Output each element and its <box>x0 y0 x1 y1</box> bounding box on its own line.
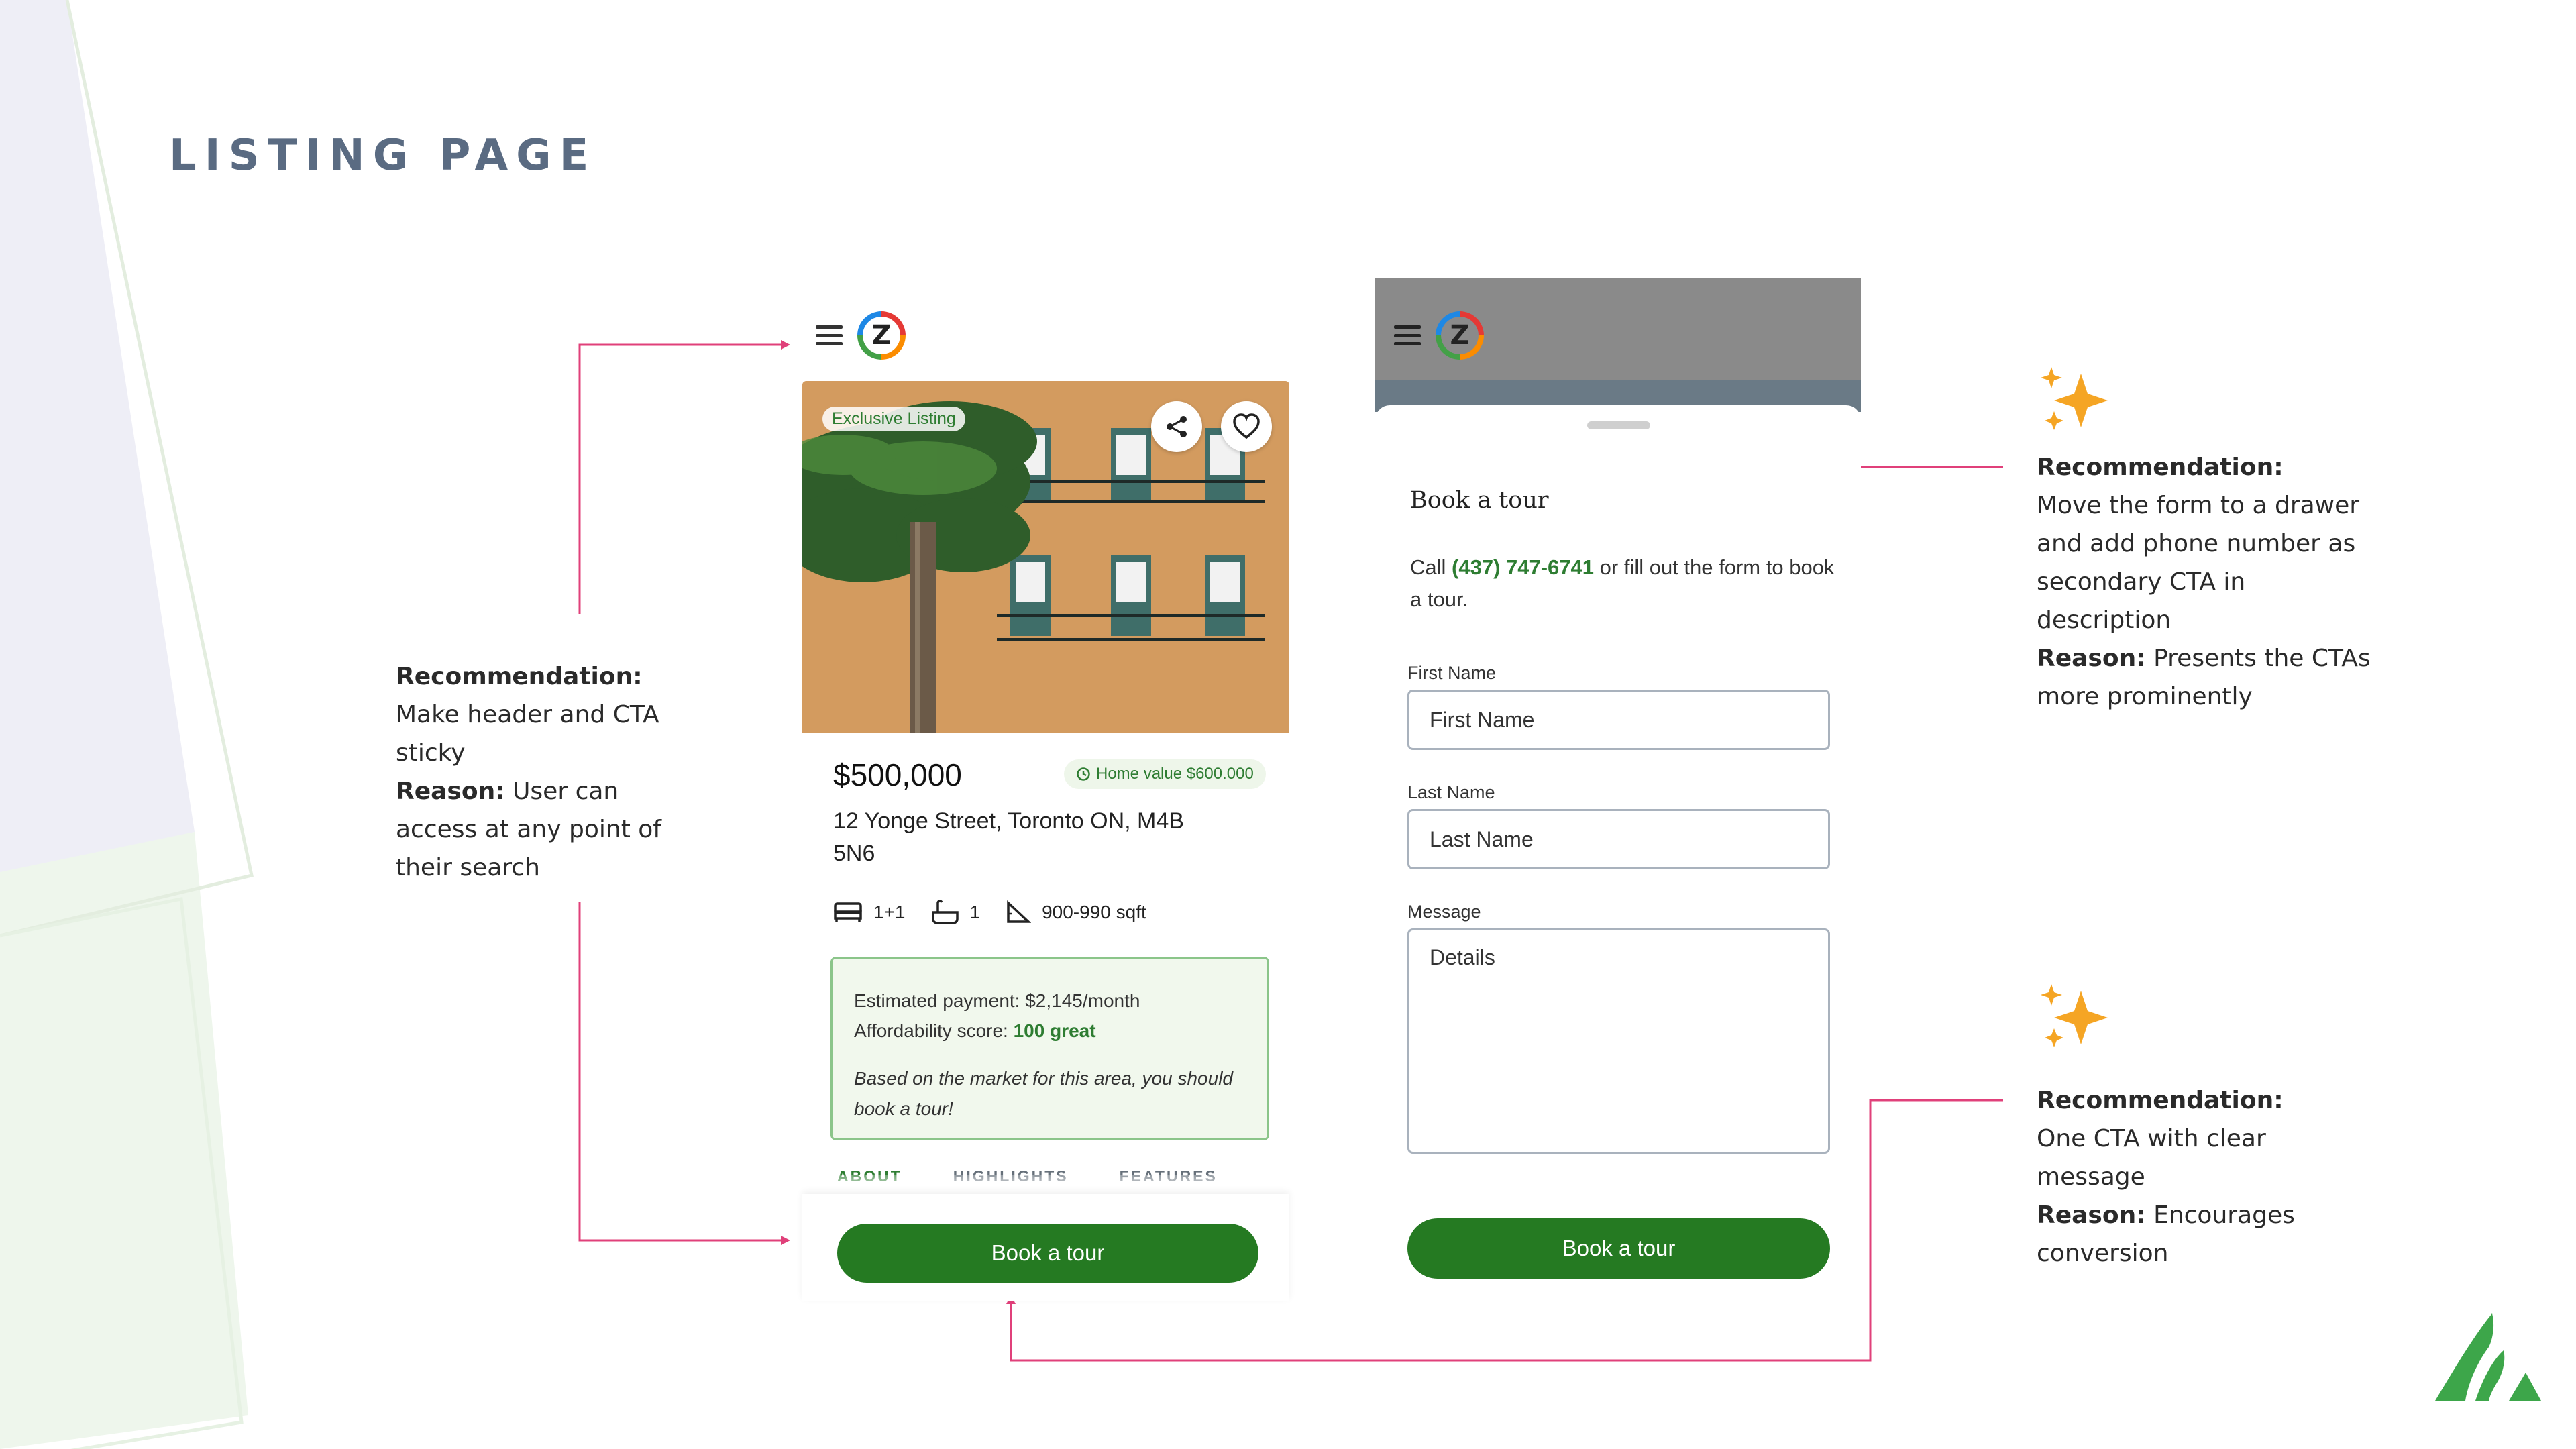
listing-header: Z <box>816 309 906 362</box>
listing-price: $500,000 <box>833 757 962 792</box>
sparkle-icon <box>2041 367 2108 430</box>
exclusive-listing-badge: Exclusive Listing <box>822 407 965 431</box>
message-field[interactable]: Details <box>1407 928 1830 1154</box>
sparkle-icon <box>2041 984 2108 1047</box>
first-name-label: First Name <box>1407 663 1497 683</box>
score-label: Affordability score: <box>854 1020 1008 1041</box>
share-button[interactable] <box>1151 401 1202 452</box>
baths-value: 1 <box>969 902 981 922</box>
listing-header: Z <box>1394 309 1484 362</box>
dimmed-background[interactable]: Z <box>1375 278 1861 412</box>
message-label: Message <box>1407 902 1481 922</box>
listing-address: 12 Yonge Street, Toronto ON, M4B 5N6 <box>833 808 1184 866</box>
note-rec-label: Recommendation: <box>396 663 643 690</box>
note-single-cta: Recommendation: One CTA with clear messa… <box>2037 1081 2332 1273</box>
note-rec-text: Move the form to a drawer and add phone … <box>2037 492 2360 634</box>
bed-icon <box>834 902 862 922</box>
company-logo <box>2435 1313 2541 1401</box>
beds-value: 1+1 <box>873 902 906 922</box>
drawer-title: Book a tour <box>1410 487 1549 514</box>
payment-note: Based on the market for this area, you s… <box>854 1068 1233 1119</box>
score-value: 100 great <box>1013 1020 1096 1041</box>
listing-photo[interactable]: Exclusive Listing <box>802 381 1289 733</box>
payment-estimate-box: Estimated payment: $2,145/month Affordab… <box>830 957 1269 1140</box>
note-rec-label: Recommendation: <box>2037 1087 2284 1114</box>
estimated-payment: Estimated payment: $2,145/month <box>854 990 1140 1011</box>
note-rec-label: Recommendation: <box>2037 453 2284 481</box>
note-reason-label: Reason: <box>2037 1201 2146 1229</box>
note-sticky-header: Recommendation: Make header and CTA stic… <box>396 657 684 887</box>
home-value-text: Home value $600.000 <box>1096 765 1254 783</box>
favorite-button[interactable] <box>1221 401 1272 452</box>
brand-logo[interactable]: Z <box>1436 311 1484 360</box>
first-name-field[interactable]: First Name <box>1407 690 1830 750</box>
note-reason-label: Reason: <box>396 777 505 805</box>
spec-area: 900-990 sqft <box>1006 900 1146 924</box>
note-rec-text: Make header and CTA sticky <box>396 701 659 767</box>
sqft-value: 900-990 sqft <box>1042 902 1146 922</box>
drawer-phone-mockup: Z Book a tour Call (437) 747-6741 or fil… <box>1375 278 1861 1297</box>
logo-letter: Z <box>1441 317 1479 354</box>
home-value-badge: Home value $600.000 <box>1064 759 1266 789</box>
clock-icon <box>1077 767 1090 781</box>
phone-link[interactable]: (437) 747-6741 <box>1452 555 1594 579</box>
last-name-label: Last Name <box>1407 782 1495 802</box>
bath-icon <box>931 900 959 924</box>
area-icon <box>1007 900 1032 923</box>
note-rec-text: One CTA with clear message <box>2037 1125 2266 1191</box>
logo-letter: Z <box>863 317 900 354</box>
affordability-score: Affordability score: 100 great <box>854 1016 1246 1046</box>
drawer-description: Call (437) 747-6741 or fill out the form… <box>1410 551 1839 616</box>
building-photo <box>802 381 1289 733</box>
spec-baths: 1 <box>931 899 981 926</box>
book-tour-button[interactable]: Book a tour <box>837 1224 1258 1283</box>
share-icon <box>1167 416 1187 437</box>
listing-specs: 1+1 1 900-990 sqft <box>833 899 1161 926</box>
spec-beds: 1+1 <box>833 902 906 923</box>
hamburger-icon[interactable] <box>816 325 843 345</box>
brand-logo[interactable]: Z <box>857 311 906 360</box>
listing-phone-mockup: Z Exclusive Listing $500,000 Home value … <box>802 295 1289 1301</box>
note-reason-label: Reason: <box>2037 645 2146 672</box>
hamburger-icon[interactable] <box>1394 325 1421 345</box>
drawer-handle[interactable] <box>1587 421 1650 429</box>
last-name-field[interactable]: Last Name <box>1407 809 1830 869</box>
book-tour-button[interactable]: Book a tour <box>1407 1218 1830 1279</box>
heart-icon <box>1233 413 1260 439</box>
book-tour-drawer: Book a tour Call (437) 747-6741 or fill … <box>1375 405 1861 1297</box>
note-drawer-form: Recommendation: Move the form to a drawe… <box>2037 448 2372 716</box>
desc-prefix: Call <box>1410 555 1446 579</box>
